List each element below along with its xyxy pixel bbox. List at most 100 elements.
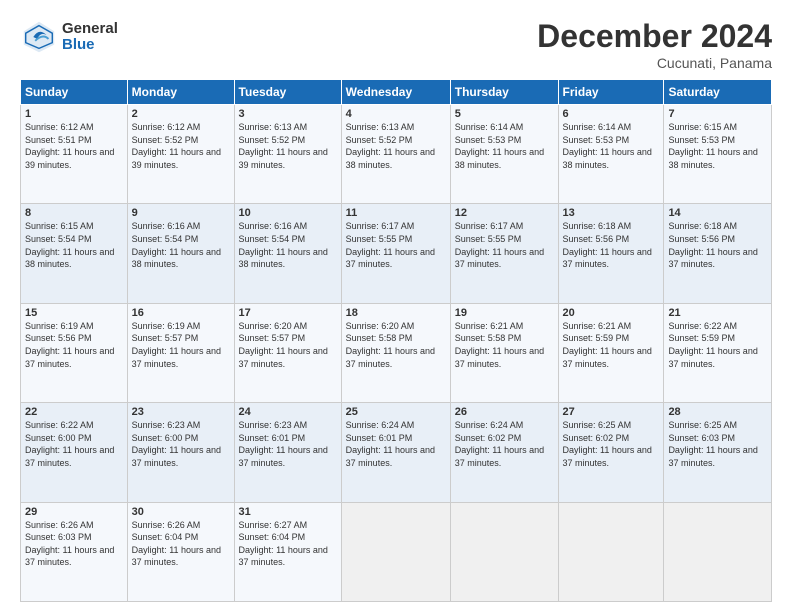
day-info: Sunrise: 6:22 AM Sunset: 6:00 PM Dayligh…	[25, 419, 123, 469]
day-number: 1	[25, 108, 123, 120]
day-info: Sunrise: 6:18 AM Sunset: 5:56 PM Dayligh…	[563, 220, 660, 270]
calendar-cell: 28 Sunrise: 6:25 AM Sunset: 6:03 PM Dayl…	[664, 403, 772, 502]
day-info: Sunrise: 6:15 AM Sunset: 5:54 PM Dayligh…	[25, 220, 123, 270]
title-block: December 2024 Cucunati, Panama	[537, 18, 772, 71]
calendar-cell: 20 Sunrise: 6:21 AM Sunset: 5:59 PM Dayl…	[558, 303, 664, 402]
header: General Blue December 2024 Cucunati, Pan…	[20, 18, 772, 71]
calendar-week-row: 15 Sunrise: 6:19 AM Sunset: 5:56 PM Dayl…	[21, 303, 772, 402]
day-info: Sunrise: 6:19 AM Sunset: 5:57 PM Dayligh…	[132, 320, 230, 370]
day-number: 16	[132, 307, 230, 319]
logo-blue: Blue	[62, 37, 118, 54]
calendar-week-row: 22 Sunrise: 6:22 AM Sunset: 6:00 PM Dayl…	[21, 403, 772, 502]
day-number: 14	[668, 207, 767, 219]
day-info: Sunrise: 6:19 AM Sunset: 5:56 PM Dayligh…	[25, 320, 123, 370]
day-info: Sunrise: 6:24 AM Sunset: 6:02 PM Dayligh…	[455, 419, 554, 469]
calendar-table: Sunday Monday Tuesday Wednesday Thursday…	[20, 79, 772, 602]
logo-general: General	[62, 21, 118, 38]
location: Cucunati, Panama	[537, 55, 772, 71]
day-info: Sunrise: 6:25 AM Sunset: 6:03 PM Dayligh…	[668, 419, 767, 469]
calendar-cell: 23 Sunrise: 6:23 AM Sunset: 6:00 PM Dayl…	[127, 403, 234, 502]
day-info: Sunrise: 6:18 AM Sunset: 5:56 PM Dayligh…	[668, 220, 767, 270]
logo-text: General Blue	[62, 21, 118, 54]
calendar-cell: 21 Sunrise: 6:22 AM Sunset: 5:59 PM Dayl…	[664, 303, 772, 402]
header-saturday: Saturday	[664, 80, 772, 105]
day-number: 24	[239, 406, 337, 418]
day-number: 9	[132, 207, 230, 219]
day-info: Sunrise: 6:22 AM Sunset: 5:59 PM Dayligh…	[668, 320, 767, 370]
calendar-cell	[450, 502, 558, 601]
calendar-cell	[664, 502, 772, 601]
month-title: December 2024	[537, 18, 772, 55]
day-info: Sunrise: 6:26 AM Sunset: 6:04 PM Dayligh…	[132, 519, 230, 569]
day-info: Sunrise: 6:26 AM Sunset: 6:03 PM Dayligh…	[25, 519, 123, 569]
day-info: Sunrise: 6:23 AM Sunset: 6:00 PM Dayligh…	[132, 419, 230, 469]
day-number: 6	[563, 108, 660, 120]
day-number: 22	[25, 406, 123, 418]
day-number: 13	[563, 207, 660, 219]
day-number: 20	[563, 307, 660, 319]
day-number: 12	[455, 207, 554, 219]
header-tuesday: Tuesday	[234, 80, 341, 105]
day-number: 23	[132, 406, 230, 418]
day-info: Sunrise: 6:14 AM Sunset: 5:53 PM Dayligh…	[563, 121, 660, 171]
day-info: Sunrise: 6:13 AM Sunset: 5:52 PM Dayligh…	[346, 121, 446, 171]
calendar-cell: 29 Sunrise: 6:26 AM Sunset: 6:03 PM Dayl…	[21, 502, 128, 601]
calendar-cell: 25 Sunrise: 6:24 AM Sunset: 6:01 PM Dayl…	[341, 403, 450, 502]
calendar-cell: 4 Sunrise: 6:13 AM Sunset: 5:52 PM Dayli…	[341, 105, 450, 204]
day-info: Sunrise: 6:21 AM Sunset: 5:58 PM Dayligh…	[455, 320, 554, 370]
calendar-cell: 17 Sunrise: 6:20 AM Sunset: 5:57 PM Dayl…	[234, 303, 341, 402]
day-info: Sunrise: 6:17 AM Sunset: 5:55 PM Dayligh…	[346, 220, 446, 270]
calendar-cell: 3 Sunrise: 6:13 AM Sunset: 5:52 PM Dayli…	[234, 105, 341, 204]
calendar-cell: 10 Sunrise: 6:16 AM Sunset: 5:54 PM Dayl…	[234, 204, 341, 303]
days-header-row: Sunday Monday Tuesday Wednesday Thursday…	[21, 80, 772, 105]
day-number: 26	[455, 406, 554, 418]
calendar-cell: 30 Sunrise: 6:26 AM Sunset: 6:04 PM Dayl…	[127, 502, 234, 601]
day-number: 11	[346, 207, 446, 219]
calendar-cell: 16 Sunrise: 6:19 AM Sunset: 5:57 PM Dayl…	[127, 303, 234, 402]
day-info: Sunrise: 6:12 AM Sunset: 5:51 PM Dayligh…	[25, 121, 123, 171]
day-number: 10	[239, 207, 337, 219]
calendar-cell: 15 Sunrise: 6:19 AM Sunset: 5:56 PM Dayl…	[21, 303, 128, 402]
day-info: Sunrise: 6:23 AM Sunset: 6:01 PM Dayligh…	[239, 419, 337, 469]
calendar-cell: 12 Sunrise: 6:17 AM Sunset: 5:55 PM Dayl…	[450, 204, 558, 303]
day-number: 19	[455, 307, 554, 319]
day-number: 29	[25, 506, 123, 518]
calendar-cell: 18 Sunrise: 6:20 AM Sunset: 5:58 PM Dayl…	[341, 303, 450, 402]
calendar-cell: 6 Sunrise: 6:14 AM Sunset: 5:53 PM Dayli…	[558, 105, 664, 204]
day-number: 17	[239, 307, 337, 319]
day-info: Sunrise: 6:14 AM Sunset: 5:53 PM Dayligh…	[455, 121, 554, 171]
day-info: Sunrise: 6:13 AM Sunset: 5:52 PM Dayligh…	[239, 121, 337, 171]
calendar-cell: 26 Sunrise: 6:24 AM Sunset: 6:02 PM Dayl…	[450, 403, 558, 502]
calendar-week-row: 1 Sunrise: 6:12 AM Sunset: 5:51 PM Dayli…	[21, 105, 772, 204]
calendar-week-row: 8 Sunrise: 6:15 AM Sunset: 5:54 PM Dayli…	[21, 204, 772, 303]
day-number: 15	[25, 307, 123, 319]
day-number: 30	[132, 506, 230, 518]
calendar-cell: 14 Sunrise: 6:18 AM Sunset: 5:56 PM Dayl…	[664, 204, 772, 303]
day-number: 18	[346, 307, 446, 319]
calendar-week-row: 29 Sunrise: 6:26 AM Sunset: 6:03 PM Dayl…	[21, 502, 772, 601]
day-info: Sunrise: 6:20 AM Sunset: 5:57 PM Dayligh…	[239, 320, 337, 370]
calendar-cell	[341, 502, 450, 601]
header-thursday: Thursday	[450, 80, 558, 105]
calendar-cell	[558, 502, 664, 601]
header-friday: Friday	[558, 80, 664, 105]
day-info: Sunrise: 6:21 AM Sunset: 5:59 PM Dayligh…	[563, 320, 660, 370]
day-info: Sunrise: 6:12 AM Sunset: 5:52 PM Dayligh…	[132, 121, 230, 171]
header-wednesday: Wednesday	[341, 80, 450, 105]
calendar-cell: 13 Sunrise: 6:18 AM Sunset: 5:56 PM Dayl…	[558, 204, 664, 303]
logo-icon	[20, 18, 58, 56]
day-info: Sunrise: 6:17 AM Sunset: 5:55 PM Dayligh…	[455, 220, 554, 270]
day-info: Sunrise: 6:16 AM Sunset: 5:54 PM Dayligh…	[239, 220, 337, 270]
day-number: 3	[239, 108, 337, 120]
day-number: 2	[132, 108, 230, 120]
day-number: 21	[668, 307, 767, 319]
calendar-cell: 11 Sunrise: 6:17 AM Sunset: 5:55 PM Dayl…	[341, 204, 450, 303]
calendar-cell: 22 Sunrise: 6:22 AM Sunset: 6:00 PM Dayl…	[21, 403, 128, 502]
calendar-cell: 27 Sunrise: 6:25 AM Sunset: 6:02 PM Dayl…	[558, 403, 664, 502]
calendar-cell: 5 Sunrise: 6:14 AM Sunset: 5:53 PM Dayli…	[450, 105, 558, 204]
day-number: 5	[455, 108, 554, 120]
day-info: Sunrise: 6:15 AM Sunset: 5:53 PM Dayligh…	[668, 121, 767, 171]
day-info: Sunrise: 6:25 AM Sunset: 6:02 PM Dayligh…	[563, 419, 660, 469]
day-number: 7	[668, 108, 767, 120]
day-info: Sunrise: 6:20 AM Sunset: 5:58 PM Dayligh…	[346, 320, 446, 370]
